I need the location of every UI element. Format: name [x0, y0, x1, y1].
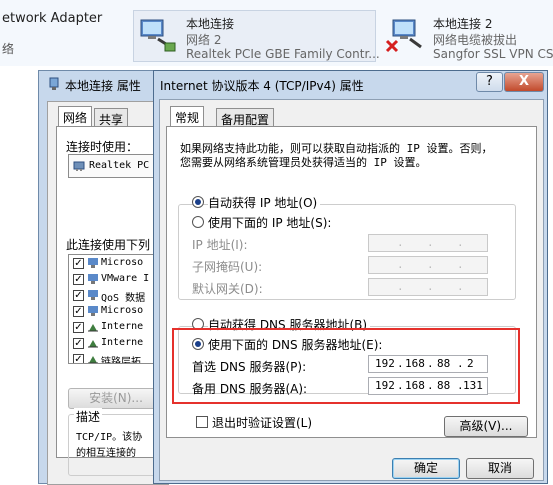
checkbox[interactable]: ✓	[73, 306, 84, 317]
adapter-device-name: Realtek PC	[89, 160, 150, 171]
adapter-device: Sangfor SSL VPN CS	[433, 47, 553, 61]
auto-ip-label[interactable]: 自动获得 IP 地址(O)	[208, 194, 321, 211]
adapter-status: 网络电缆被拔出	[433, 33, 518, 47]
advanced-button[interactable]: 高级(V)...	[444, 416, 528, 437]
network-card-icon	[73, 161, 85, 171]
checkbox[interactable]: ✓	[73, 274, 84, 285]
client-icon	[88, 258, 98, 268]
ok-button[interactable]: 确定	[392, 458, 460, 479]
intro-text-line2: 您需要从网络系统管理员处获得适当的 IP 设置。	[180, 156, 427, 169]
checkbox[interactable]: ✓	[73, 322, 84, 333]
adapter-subheading: 络	[2, 42, 15, 56]
default-gateway-label: 默认网关(D):	[192, 282, 263, 296]
vmware-icon	[88, 274, 98, 284]
checkbox[interactable]: ✓	[73, 258, 84, 269]
network-adapter-icon	[49, 77, 59, 90]
subnet-mask-label: 子网掩码(U):	[192, 260, 263, 274]
adapter-local-connection-2[interactable]: 本地连接 2 网络电缆被拔出 Sangfor SSL VPN CS	[380, 10, 553, 62]
tab-general[interactable]: 常规	[170, 106, 205, 126]
tab-network[interactable]: 网络	[58, 106, 93, 126]
subnet-mask-field[interactable]: ...	[368, 256, 488, 274]
validate-label[interactable]: 退出时验证设置(L)	[212, 414, 312, 431]
tab-alternate-config[interactable]: 备用配置	[216, 108, 275, 127]
manual-ip-radio[interactable]	[192, 216, 204, 228]
list-item-label: Interne	[101, 321, 144, 332]
connect-using-label: 连接时使用：	[66, 140, 139, 154]
ip-address-label: IP 地址(I):	[192, 238, 248, 252]
items-label: 此连接使用下列	[66, 238, 151, 252]
qos-icon	[88, 290, 98, 300]
adapter-device: Realtek PCIe GBE Family Contr...	[186, 47, 380, 61]
dialog-body: 常规 备用配置 如果网络支持此功能，则可以获取自动指派的 IP 设置。否则， 您…	[159, 99, 544, 481]
protocol-icon	[88, 324, 98, 332]
window-title: 本地连接 属性	[65, 79, 141, 93]
manual-ip-label[interactable]: 使用下面的 IP 地址(S):	[208, 214, 331, 231]
adapter-heading: etwork Adapter	[2, 11, 103, 26]
list-item-label: 链路层拓	[101, 357, 141, 364]
validate-checkbox[interactable]	[196, 416, 208, 428]
list-item-label: Microso	[101, 257, 144, 268]
checkbox[interactable]: ✓	[73, 354, 84, 363]
protocol-icon	[88, 340, 98, 348]
tab-sharing[interactable]: 共享	[94, 108, 129, 127]
description-text-line2: 的相互连接的	[76, 448, 136, 459]
default-gateway-field[interactable]: ...	[368, 278, 488, 296]
description-text-line1: TCP/IP。该协	[76, 432, 143, 443]
list-item-label: QoS 数据	[101, 293, 146, 304]
network-adapter-icon	[140, 19, 176, 52]
adapter-name: 本地连接	[186, 17, 235, 31]
close-button[interactable]: X	[504, 72, 544, 92]
network-disconnected-icon	[385, 19, 422, 53]
cancel-button[interactable]: 取消	[466, 458, 534, 479]
checkbox[interactable]: ✓	[73, 290, 84, 301]
install-button[interactable]: 安装(N)...	[68, 388, 164, 409]
window-body: 网络 共享 连接时使用： Realtek PC 此连接使用下列 ✓ Micros…	[47, 101, 178, 485]
file-share-icon	[88, 306, 98, 316]
description-label: 描述	[74, 408, 103, 425]
auto-ip-radio[interactable]	[192, 196, 204, 208]
ip-address-field[interactable]: ...	[368, 234, 488, 252]
dns-highlight-box	[172, 328, 520, 404]
protocol-icon	[88, 356, 98, 363]
local-connection-properties-window: 本地连接 属性 网络 共享 连接时使用： Realtek PC 此连接使用下列 …	[38, 70, 178, 485]
list-item-label: Microso	[101, 305, 144, 316]
list-item-label: VMware I	[101, 273, 150, 284]
adapter-status: 网络 2	[186, 33, 222, 47]
adapter-local-connection[interactable]: 本地连接 网络 2 Realtek PCIe GBE Family Contr.…	[133, 10, 380, 62]
list-item-label: Interne	[101, 337, 144, 348]
adapter-name: 本地连接 2	[433, 17, 493, 31]
help-button[interactable]: ?	[476, 72, 503, 92]
ipv4-properties-dialog: Internet 协议版本 4 (TCP/IPv4) 属性 ? X 常规 备用配…	[153, 70, 548, 484]
checkbox[interactable]: ✓	[73, 338, 84, 349]
dialog-title: Internet 协议版本 4 (TCP/IPv4) 属性	[160, 79, 364, 93]
